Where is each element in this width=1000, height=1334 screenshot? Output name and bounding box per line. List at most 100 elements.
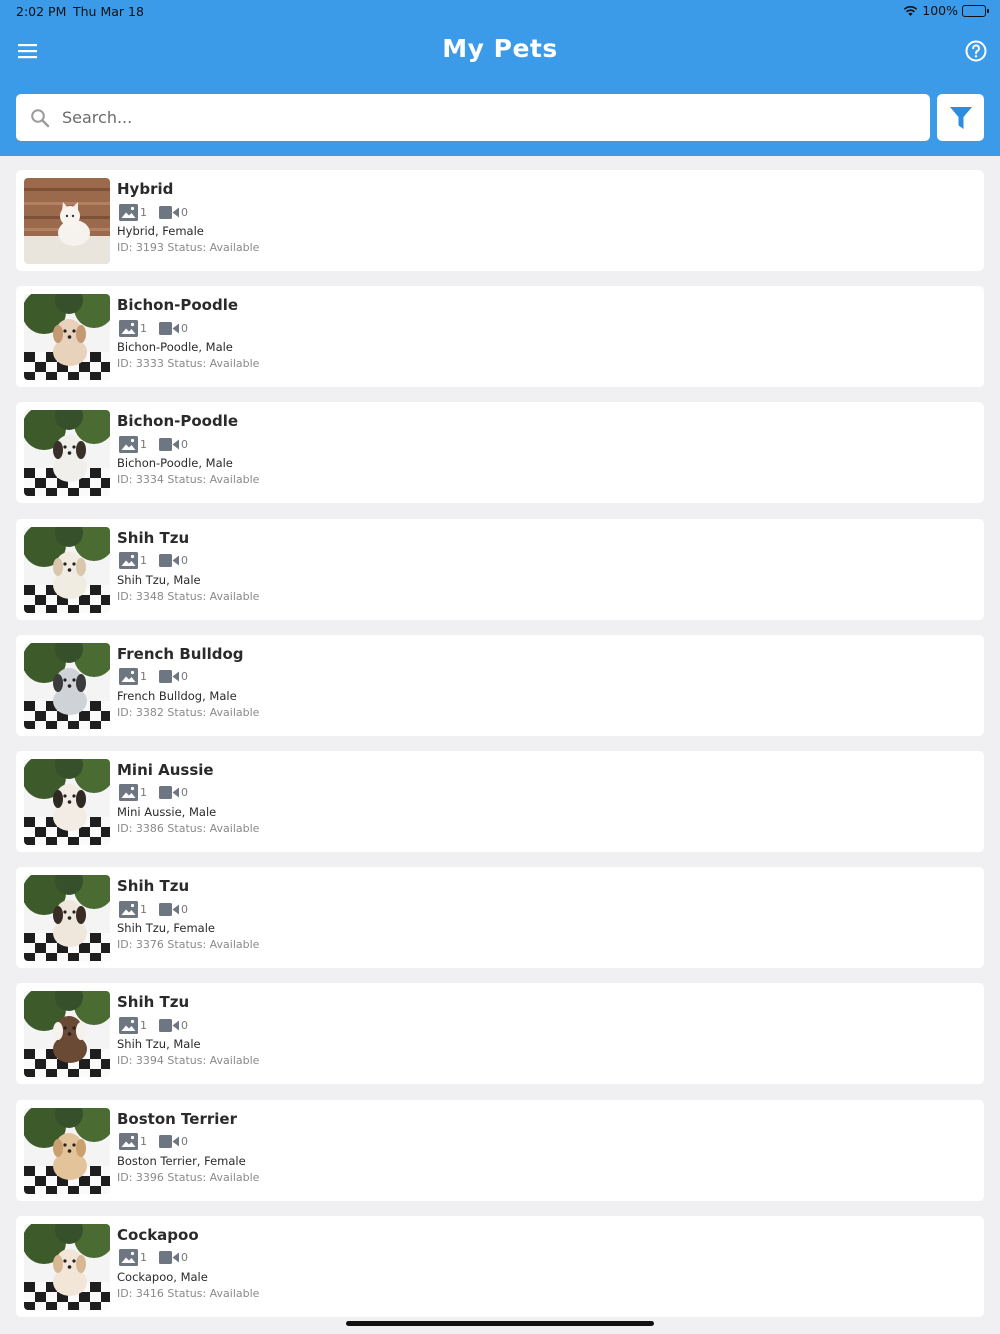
pet-name: Cockapoo — [117, 1225, 199, 1244]
pet-card[interactable]: Hybrid 1 0 Hybrid, Female ID: 3193 Statu… — [16, 170, 984, 271]
search-bar[interactable] — [16, 94, 930, 141]
app-header: 2:02 PM Thu Mar 18 100% My Pets — [0, 0, 1000, 156]
pet-photo — [24, 1107, 110, 1194]
pet-name: Hybrid — [117, 180, 174, 198]
pet-description: Boston Terrier, Female — [117, 1153, 246, 1168]
pet-id-status: ID: 3394 Status: Available — [117, 1054, 260, 1068]
photo-icon — [119, 1133, 138, 1150]
pet-card[interactable]: Shih Tzu 1 0 Shih Tzu, Female ID: 3376 S… — [16, 867, 984, 969]
photo-count: 1 — [140, 554, 147, 568]
pet-name: Bichon-Poodle — [117, 412, 239, 431]
pet-card[interactable]: Bichon-Poodle 1 0 Bichon-Poodle, Male ID… — [16, 286, 984, 388]
video-camera-icon — [159, 1251, 179, 1265]
video-camera-icon — [159, 1018, 179, 1032]
pet-description: Bichon-Poodle, Male — [117, 340, 233, 355]
pet-media-counts: 1 0 — [119, 435, 200, 453]
photo-icon — [119, 668, 138, 686]
photo-icon — [119, 784, 138, 802]
photo-count: 1 — [140, 1251, 147, 1265]
pet-description: Cockapoo, Male — [117, 1269, 208, 1284]
video-count: 0 — [181, 1251, 188, 1265]
photo-count: 1 — [140, 670, 147, 684]
search-input[interactable] — [62, 94, 930, 141]
pet-name: Bichon-Poodle — [117, 296, 239, 315]
battery-percent: 100% — [922, 3, 958, 18]
pet-id-status: ID: 3376 Status: Available — [117, 938, 260, 952]
video-camera-icon — [159, 670, 179, 684]
status-date: Thu Mar 18 — [73, 4, 144, 19]
photo-icon — [119, 1016, 138, 1034]
pet-name: Mini Aussie — [117, 760, 214, 779]
video-count: 0 — [181, 321, 188, 335]
pet-card[interactable]: Mini Aussie 1 0 Mini Aussie, Male ID: 33… — [16, 750, 984, 852]
video-count: 0 — [181, 437, 188, 451]
video-count: 0 — [181, 902, 188, 916]
pet-name: Shih Tzu — [117, 993, 190, 1012]
pet-photo — [24, 875, 110, 962]
photo-icon — [119, 435, 138, 453]
pet-media-counts: 1 0 — [119, 319, 200, 337]
video-count: 0 — [181, 1135, 188, 1148]
pet-id-status: ID: 3333 Status: Available — [117, 357, 260, 371]
pet-description: Shih Tzu, Female — [117, 921, 215, 936]
pet-photo — [24, 1223, 110, 1310]
status-indicators: 100% — [903, 3, 989, 18]
search-icon — [31, 108, 50, 127]
funnel-filter-icon — [949, 106, 972, 129]
pet-photo — [24, 991, 110, 1078]
pet-name: French Bulldog — [117, 644, 244, 663]
menu-button[interactable] — [16, 40, 40, 62]
pet-media-counts: 1 0 — [119, 668, 200, 686]
photo-count: 1 — [140, 437, 147, 451]
photo-count: 1 — [140, 1135, 147, 1148]
pet-description: Hybrid, Female — [117, 224, 204, 238]
pet-id-status: ID: 3382 Status: Available — [117, 705, 260, 719]
pet-card[interactable]: Shih Tzu 1 0 Shih Tzu, Male ID: 3394 Sta… — [16, 983, 984, 1085]
help-button[interactable] — [964, 39, 988, 63]
photo-count: 1 — [140, 321, 147, 335]
battery-icon — [962, 4, 989, 17]
pet-card[interactable]: Cockapoo 1 0 Cockapoo, Male ID: 3416 Sta… — [16, 1215, 984, 1317]
video-camera-icon — [159, 205, 179, 219]
pet-id-status: ID: 3348 Status: Available — [117, 589, 260, 603]
pet-id-status: ID: 3416 Status: Available — [117, 1286, 260, 1300]
video-camera-icon — [159, 902, 179, 916]
pet-photo — [24, 526, 110, 613]
pet-media-counts: 1 0 — [119, 552, 200, 570]
pet-name: Boston Terrier — [117, 1109, 237, 1128]
pet-card[interactable]: Shih Tzu 1 0 Shih Tzu, Male ID: 3348 Sta… — [16, 518, 984, 620]
video-count: 0 — [181, 205, 188, 219]
pet-photo — [24, 294, 110, 381]
wifi-icon — [904, 6, 918, 16]
filter-button[interactable] — [937, 94, 984, 141]
pet-name: Shih Tzu — [117, 877, 190, 896]
video-count: 0 — [181, 1018, 188, 1032]
video-camera-icon — [159, 786, 179, 800]
pet-card[interactable]: Bichon-Poodle 1 0 Bichon-Poodle, Male ID… — [16, 402, 984, 504]
pet-media-counts: 1 0 — [119, 203, 200, 221]
video-count: 0 — [181, 786, 188, 800]
pet-media-counts: 1 0 — [119, 1133, 200, 1151]
pet-media-counts: 1 0 — [119, 784, 200, 802]
pet-id-status: ID: 3193 Status: Available — [117, 241, 260, 254]
pet-media-counts: 1 0 — [119, 1249, 200, 1267]
status-time: 2:02 PM — [16, 4, 67, 19]
pet-media-counts: 1 0 — [119, 900, 200, 918]
video-camera-icon — [159, 437, 179, 451]
photo-count: 1 — [140, 205, 147, 219]
pet-list: Hybrid 1 0 Hybrid, Female ID: 3193 Statu… — [16, 170, 984, 1332]
pet-photo — [24, 758, 110, 845]
pet-id-status: ID: 3396 Status: Available — [117, 1170, 260, 1184]
photo-count: 1 — [140, 786, 147, 800]
pet-description: Shih Tzu, Male — [117, 1037, 201, 1052]
photo-icon — [119, 203, 138, 221]
pet-media-counts: 1 0 — [119, 1016, 200, 1034]
pet-card[interactable]: French Bulldog 1 0 French Bulldog, Male … — [16, 634, 984, 736]
video-count: 0 — [181, 670, 188, 684]
hamburger-menu-icon — [18, 44, 37, 59]
pet-id-status: ID: 3334 Status: Available — [117, 473, 260, 487]
photo-icon — [119, 1249, 138, 1267]
pet-card[interactable]: Boston Terrier 1 0 Boston Terrier, Femal… — [16, 1099, 984, 1201]
question-circle-icon — [965, 40, 987, 62]
pet-photo — [24, 410, 110, 497]
